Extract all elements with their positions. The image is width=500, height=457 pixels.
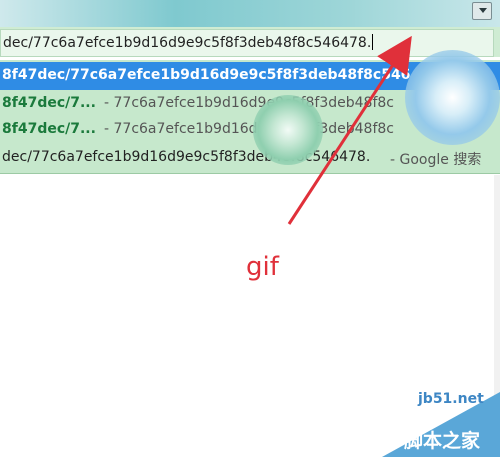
watermark-site: jb51.net bbox=[418, 391, 484, 407]
watermark-brand: 脚本之家 bbox=[404, 430, 481, 452]
annotation-label: gif bbox=[246, 252, 279, 282]
annotation-arrow bbox=[287, 35, 412, 225]
